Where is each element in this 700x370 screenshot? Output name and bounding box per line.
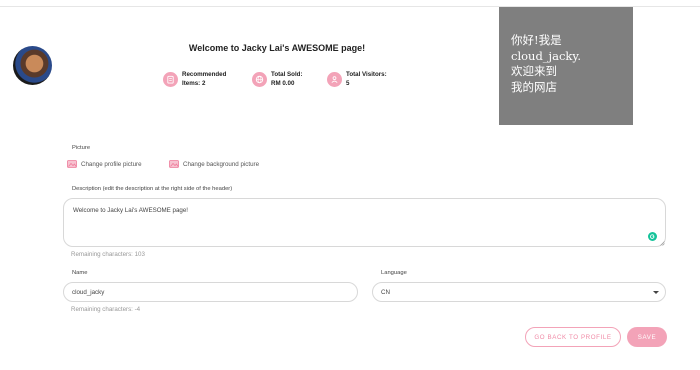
stat-label: Total Visitors: [346,71,387,78]
description-textarea[interactable]: Welcome to Jacky Lai's AWESOME page! [63,198,666,247]
description-value: Welcome to Jacky Lai's AWESOME page! [73,207,189,214]
image-icon [67,160,77,168]
image-icon [169,160,179,168]
stat-label: Total Sold: [271,71,303,78]
stat-label: Recommended [182,71,227,78]
change-profile-picture-label: Change profile picture [81,160,142,168]
name-label: Name [72,270,88,276]
grammarly-icon[interactable] [648,232,657,241]
stat-total-visitors: Total Visitors: 5 [327,70,387,88]
chevron-down-icon[interactable] [653,291,659,294]
people-icon [327,72,342,87]
description-label: Description (edit the description at the… [72,186,233,192]
change-background-picture-link[interactable]: Change background picture [169,160,259,168]
stat-total-sold: Total Sold: RM 0.00 [252,70,303,88]
header-banner: 你好!我是 cloud_jacky. 欢迎来到 我的网店 [499,7,633,125]
name-value: cloud_jacky [72,288,105,296]
go-back-to-profile-button[interactable]: GO BACK TO PROFILE [525,327,621,347]
name-remaining: Remaining characters: -4 [71,306,141,313]
change-background-picture-label: Change background picture [183,160,260,168]
description-remaining: Remaining characters: 103 [71,251,145,258]
name-input[interactable]: cloud_jacky [63,282,358,302]
welcome-title: Welcome to Jacky Lai's AWESOME page! [188,43,366,53]
globe-icon [252,72,267,87]
language-label: Language [381,270,407,276]
stat-value: Items: 2 [182,80,206,87]
resize-handle-icon[interactable] [660,241,665,246]
stat-value: RM 0.00 [271,80,295,87]
stat-recommended: Recommended Items: 2 [163,70,226,88]
language-value: CN [381,288,390,296]
save-button[interactable]: SAVE [627,327,667,347]
stat-value: 5 [346,80,350,87]
clipboard-icon [163,72,178,87]
language-select[interactable]: CN [372,282,666,302]
change-profile-picture-link[interactable]: Change profile picture [67,160,142,168]
avatar[interactable] [13,46,52,85]
picture-label: Picture [72,145,91,151]
